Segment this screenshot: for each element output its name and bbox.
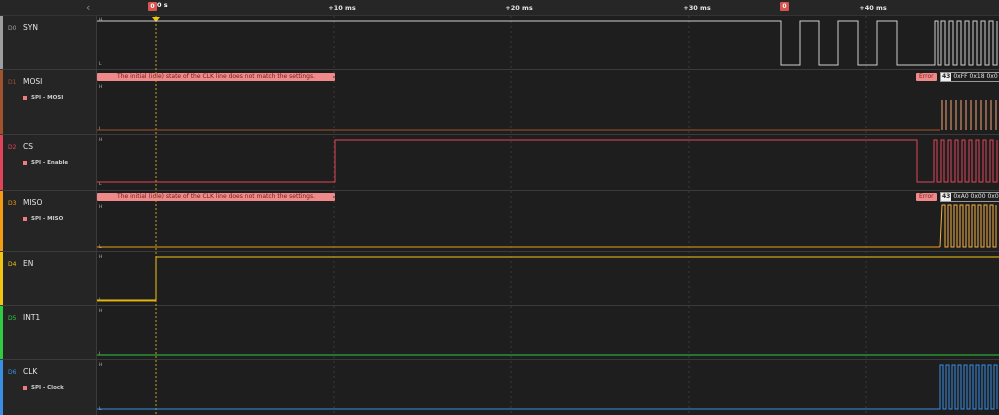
channel-name: CLK: [23, 367, 38, 376]
time-zero-label: 0 s: [157, 1, 168, 9]
channel-number: D2: [8, 144, 17, 151]
lane-clk[interactable]: D6 CLK SPI - Clock H L: [0, 360, 999, 415]
time-ruler[interactable]: ‹ 0 0 s +10 ms +20 ms +30 ms 0 +40 ms: [0, 0, 999, 16]
level-low-label: L: [99, 298, 102, 303]
tick-label-30ms: +30 ms: [683, 4, 711, 12]
analyzer-tag[interactable]: SPI - Enable: [23, 160, 68, 166]
level-low-label: L: [99, 62, 102, 67]
channel-name: EN: [23, 259, 34, 268]
analyzer-name: SPI - Clock: [31, 385, 64, 391]
channel-label-clk[interactable]: D6 CLK SPI - Clock: [0, 360, 97, 415]
channel-color-bar: [0, 252, 3, 305]
channel-label-en[interactable]: D4 EN: [0, 252, 97, 305]
lane-syn[interactable]: D0 SYN H L: [0, 16, 999, 70]
hex-count-badge: 43: [941, 73, 952, 81]
analyzer-tag[interactable]: SPI - MOSI: [23, 95, 63, 101]
analyzer-color-icon: [23, 160, 27, 165]
level-high-label: H: [99, 205, 103, 210]
level-high-label: H: [99, 309, 103, 314]
timing-marker-start[interactable]: 0: [148, 2, 157, 11]
waveform-area[interactable]: D0 SYN H L D1 MOSI SPI - MOSI The initia…: [0, 16, 999, 415]
lane-cs[interactable]: D2 CS SPI - Enable H L: [0, 135, 999, 191]
analyzer-name: SPI - MISO: [31, 216, 64, 222]
analyzer-tag[interactable]: SPI - MISO: [23, 216, 63, 222]
analyzer-tag[interactable]: SPI - Clock: [23, 385, 64, 391]
lane-miso[interactable]: D3 MISO SPI - MISO The initial (idle) st…: [0, 191, 999, 252]
channel-number: D1: [8, 79, 17, 86]
analyzer-color-icon: [23, 216, 27, 221]
timing-marker-end[interactable]: 0: [780, 2, 789, 11]
tick-label-20ms: +20 ms: [505, 4, 533, 12]
level-high-label: H: [99, 138, 103, 143]
channel-label-miso[interactable]: D3 MISO SPI - MISO: [0, 191, 97, 251]
error-tag[interactable]: Error: [916, 73, 937, 81]
channel-number: D5: [8, 315, 17, 322]
channel-color-bar: [0, 306, 3, 359]
error-banner[interactable]: The initial (idle) state of the CLK line…: [97, 73, 335, 81]
tick-label-40ms: +40 ms: [859, 4, 887, 12]
lane-int1[interactable]: D5 INT1 H L: [0, 306, 999, 360]
level-low-label: L: [99, 245, 102, 250]
hex-values: 0xA0 0x00 0x0: [953, 193, 999, 200]
channel-color-bar: [0, 70, 3, 134]
error-banner[interactable]: The initial (idle) state of the CLK line…: [97, 193, 335, 201]
level-low-label: L: [99, 182, 102, 187]
channel-color-bar: [0, 16, 3, 69]
lane-en[interactable]: D4 EN H L: [0, 252, 999, 306]
level-low-label: L: [99, 352, 102, 357]
channel-color-bar: [0, 360, 3, 415]
hex-values: 0xFF 0x18 0x0: [953, 73, 998, 80]
level-low-label: L: [99, 127, 102, 132]
channel-number: D3: [8, 200, 17, 207]
channel-name: MOSI: [23, 77, 43, 86]
channel-number: D6: [8, 369, 17, 376]
level-high-label: H: [99, 85, 103, 90]
level-low-label: L: [99, 407, 102, 412]
hex-data-box[interactable]: 43 0xFF 0x18 0x0: [940, 72, 999, 82]
error-tag[interactable]: Error: [916, 193, 937, 201]
channel-label-syn[interactable]: D0 SYN: [0, 16, 97, 69]
analyzer-name: SPI - MOSI: [31, 95, 64, 101]
channel-label-mosi[interactable]: D1 MOSI SPI - MOSI: [0, 70, 97, 134]
analyzer-color-icon: [23, 385, 27, 390]
hex-count-badge: 43: [941, 193, 952, 201]
channel-number: D0: [8, 25, 17, 32]
channel-name: MISO: [23, 198, 43, 207]
level-high-label: H: [99, 18, 103, 23]
channel-label-int1[interactable]: D5 INT1: [0, 306, 97, 359]
channel-name: CS: [23, 142, 33, 151]
analyzer-color-icon: [23, 95, 27, 100]
channel-name: INT1: [23, 313, 41, 322]
chevron-left-icon[interactable]: ‹: [86, 0, 90, 15]
tick-label-10ms: +10 ms: [328, 4, 356, 12]
channel-label-cs[interactable]: D2 CS SPI - Enable: [0, 135, 97, 190]
analyzer-name: SPI - Enable: [31, 160, 69, 166]
level-high-label: H: [99, 255, 103, 260]
hex-data-box[interactable]: 43 0xA0 0x00 0x0: [940, 192, 999, 202]
channel-color-bar: [0, 135, 3, 190]
channel-name: SYN: [23, 23, 38, 32]
channel-color-bar: [0, 191, 3, 251]
lane-mosi[interactable]: D1 MOSI SPI - MOSI The initial (idle) st…: [0, 70, 999, 135]
channel-number: D4: [8, 261, 17, 268]
level-high-label: H: [99, 363, 103, 368]
